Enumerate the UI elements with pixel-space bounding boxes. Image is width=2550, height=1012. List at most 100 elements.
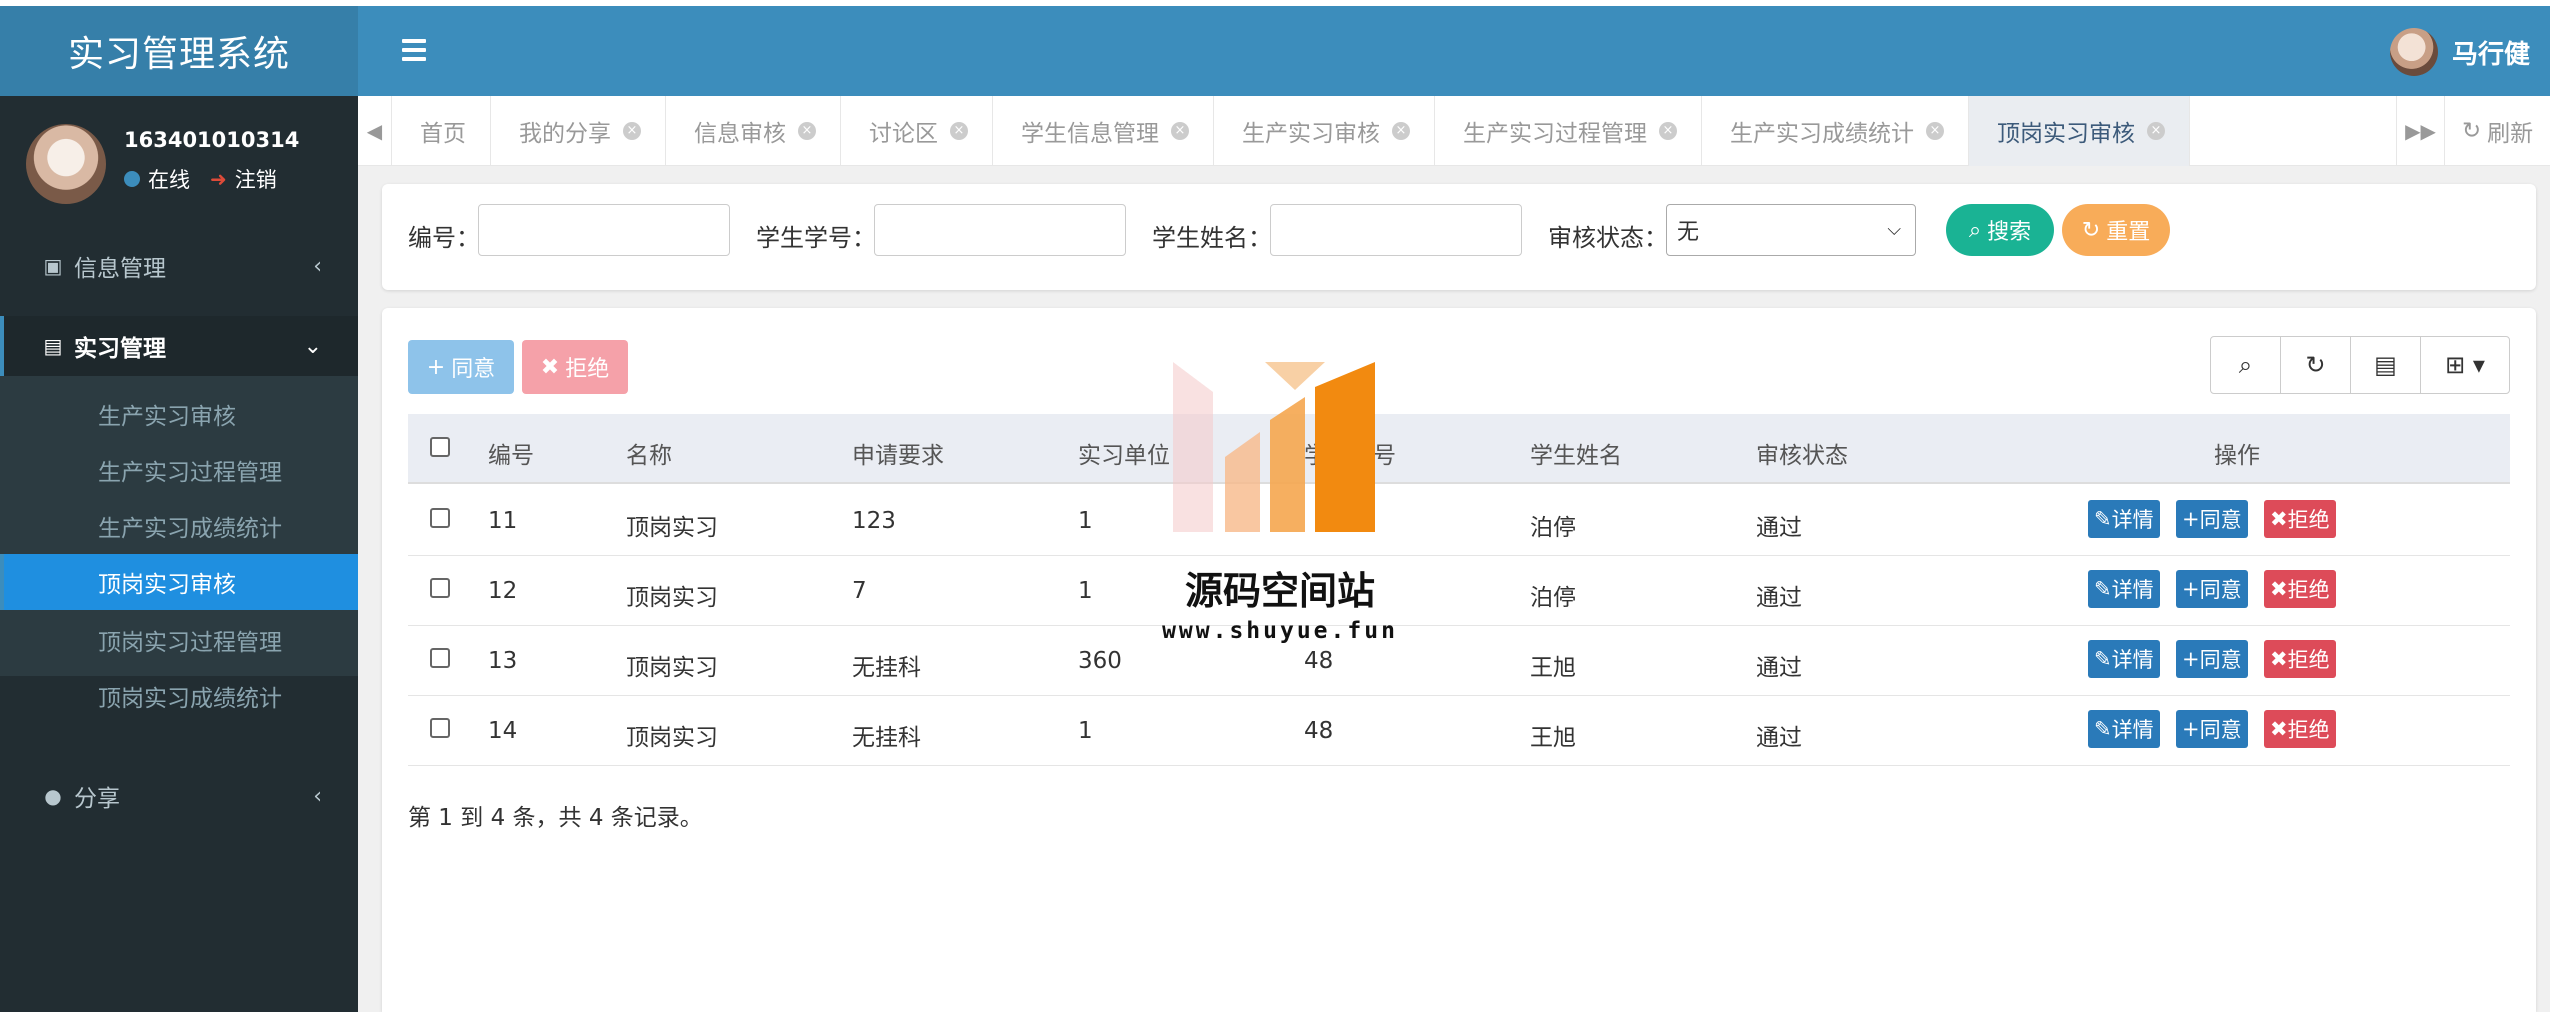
cell-name: 顶岗实习 — [626, 655, 718, 681]
row-agree-button[interactable]: + 同意 — [2176, 500, 2248, 538]
select-all-checkbox[interactable] — [430, 437, 450, 457]
tab-discussion[interactable]: 讨论区 × — [841, 96, 993, 166]
tab-my-share[interactable]: 我的分享 × — [491, 96, 666, 166]
app-logo[interactable]: 实习管理系统 — [0, 6, 358, 96]
tab-info-review[interactable]: 信息审核 × — [666, 96, 841, 166]
student-name-input[interactable] — [1270, 204, 1522, 256]
row-checkbox[interactable] — [430, 648, 450, 668]
tab-scroll-right-icon[interactable]: ▶▶ — [2396, 96, 2444, 166]
tab-placement-review[interactable]: 顶岗实习审核 × — [1969, 96, 2190, 166]
tab-home[interactable]: 首页 — [392, 96, 491, 166]
chevron-left-icon: ‹ — [313, 783, 322, 809]
tab-production-process[interactable]: 生产实习过程管理 × — [1435, 96, 1702, 166]
detail-button[interactable]: ✎ 详情 — [2088, 710, 2160, 748]
detail-label: 详情 — [2111, 508, 2154, 532]
id-input[interactable] — [478, 204, 730, 256]
close-icon[interactable]: × — [950, 122, 968, 140]
cell-student-name: 王旭 — [1530, 655, 1576, 681]
reset-button-label: 重置 — [2106, 220, 2151, 245]
agree-button[interactable]: + 同意 — [408, 340, 514, 394]
columns-icon[interactable]: ⊞ ▾ — [2421, 337, 2509, 393]
records-summary: 第 1 到 4 条，共 4 条记录。 — [408, 805, 703, 831]
contact-book-icon: ▣ — [43, 254, 63, 278]
reject-label: 拒绝 — [2287, 578, 2330, 602]
id-label: 编号： — [408, 224, 480, 252]
reject-label: 拒绝 — [2287, 718, 2330, 742]
close-icon[interactable]: × — [1659, 122, 1677, 140]
close-icon[interactable]: × — [798, 122, 816, 140]
cell-name: 顶岗实习 — [626, 725, 718, 751]
sidebar-subitem-placement-process[interactable]: 顶岗实习过程管理 — [0, 612, 358, 668]
cell-requirement: 无挂科 — [852, 655, 921, 681]
refresh-button[interactable]: ↻ 刷新 — [2444, 96, 2550, 166]
cell-status: 通过 — [1756, 725, 1802, 751]
sidebar-subitem-placement-review[interactable]: 顶岗实习审核 — [0, 554, 358, 610]
close-icon[interactable]: × — [1171, 122, 1189, 140]
menu-toggle-icon[interactable] — [402, 39, 426, 61]
reject-button[interactable]: ✖ 拒绝 — [522, 340, 628, 394]
reject-button-label: 拒绝 — [565, 357, 610, 382]
edit-icon: ✎ — [2094, 577, 2112, 601]
sidebar-subitem-placement-grades[interactable]: 顶岗实习成绩统计 — [0, 668, 358, 724]
search-button[interactable]: ⌕ 搜索 — [1946, 204, 2054, 256]
watermark-title: 源码空间站 — [1184, 569, 1375, 613]
sidebar-subitem-production-process[interactable]: 生产实习过程管理 — [0, 442, 358, 498]
logout-link[interactable]: 注销 — [235, 164, 277, 194]
reset-button[interactable]: ↻ 重置 — [2062, 204, 2170, 256]
row-reject-button[interactable]: ✖ 拒绝 — [2264, 710, 2336, 748]
sidebar-item-internship-management[interactable]: ▤ 实习管理 ⌄ — [0, 316, 358, 376]
tab-student-info[interactable]: 学生信息管理 × — [993, 96, 1214, 166]
tab-production-review[interactable]: 生产实习审核 × — [1214, 96, 1435, 166]
cell-status: 通过 — [1756, 655, 1802, 681]
tab-label: 首页 — [420, 121, 466, 147]
row-checkbox[interactable] — [430, 578, 450, 598]
agree-label: 同意 — [2199, 578, 2242, 602]
detail-button[interactable]: ✎ 详情 — [2088, 500, 2160, 538]
detail-button[interactable]: ✎ 详情 — [2088, 570, 2160, 608]
reject-label: 拒绝 — [2287, 648, 2330, 672]
sidebar-item-share[interactable]: ● 分享 ‹ — [0, 766, 358, 826]
sidebar-item-label: 分享 — [74, 786, 120, 812]
edit-icon: ✎ — [2094, 647, 2112, 671]
student-no-input[interactable] — [874, 204, 1126, 256]
row-reject-button[interactable]: ✖ 拒绝 — [2264, 500, 2336, 538]
cell-id: 12 — [488, 578, 518, 604]
tab-label: 我的分享 — [519, 121, 611, 147]
row-agree-button[interactable]: + 同意 — [2176, 570, 2248, 608]
sidebar-subitem-production-review[interactable]: 生产实习审核 — [0, 386, 358, 442]
user-avatar — [26, 124, 106, 204]
tab-scroll-left-icon[interactable]: ◀ — [358, 96, 392, 166]
row-reject-button[interactable]: ✖ 拒绝 — [2264, 570, 2336, 608]
row-reject-button[interactable]: ✖ 拒绝 — [2264, 640, 2336, 678]
toggle-view-icon[interactable]: ▤ — [2351, 337, 2421, 393]
user-name: 马行健 — [2451, 39, 2530, 70]
tab-production-grades[interactable]: 生产实习成绩统计 × — [1702, 96, 1969, 166]
row-agree-button[interactable]: + 同意 — [2176, 710, 2248, 748]
close-icon[interactable]: × — [1392, 122, 1410, 140]
chevron-down-icon: ⌄ — [303, 333, 322, 359]
search-icon[interactable]: ⌕ — [2211, 337, 2281, 393]
edit-icon: ✎ — [2094, 507, 2112, 531]
row-checkbox[interactable] — [430, 508, 450, 528]
top-navbar: 马行健 — [358, 6, 2550, 96]
cell-student-name: 王旭 — [1530, 725, 1576, 751]
tab-label: 学生信息管理 — [1021, 121, 1159, 147]
row-agree-button[interactable]: + 同意 — [2176, 640, 2248, 678]
row-checkbox[interactable] — [430, 718, 450, 738]
detail-label: 详情 — [2111, 648, 2154, 672]
tab-label: 生产实习审核 — [1242, 121, 1380, 147]
sidebar: 163401010314 在线 ➜ 注销 ▣ 信息管理 ‹ ▤ 实习管理 ⌄ 生… — [0, 96, 358, 1012]
reject-label: 拒绝 — [2287, 508, 2330, 532]
close-icon[interactable]: × — [623, 122, 641, 140]
search-button-label: 搜索 — [1987, 220, 2032, 245]
sidebar-subitem-production-grades[interactable]: 生产实习成绩统计 — [0, 498, 358, 554]
student-no-label: 学生学号： — [756, 224, 876, 252]
sidebar-item-info-management[interactable]: ▣ 信息管理 ‹ — [0, 236, 358, 296]
refresh-icon[interactable]: ↻ — [2281, 337, 2351, 393]
detail-button[interactable]: ✎ 详情 — [2088, 640, 2160, 678]
column-header: 申请要求 — [852, 443, 944, 469]
user-menu[interactable]: 马行健 — [2389, 28, 2530, 76]
close-icon[interactable]: × — [2147, 122, 2165, 140]
close-icon[interactable]: × — [1926, 122, 1944, 140]
status-select[interactable]: 无 ⌵ — [1666, 204, 1916, 256]
